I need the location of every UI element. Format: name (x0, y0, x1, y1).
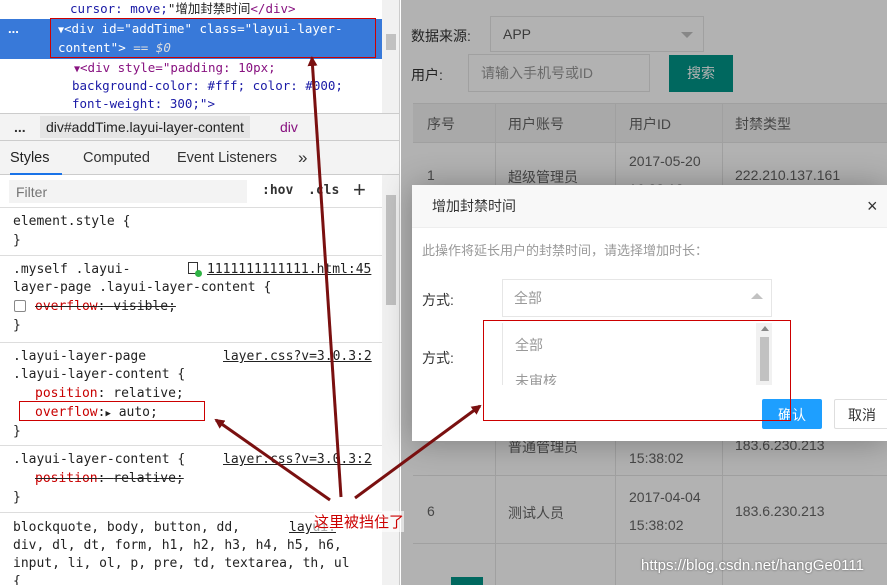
property-checkbox[interactable] (14, 300, 26, 312)
cancel-button[interactable]: 取消 (834, 399, 887, 429)
rule-close-brace: } (13, 490, 21, 505)
rule-selector[interactable]: .layui-layer-page (13, 347, 146, 366)
scrollbar-thumb[interactable] (386, 34, 396, 50)
elements-tree: cursor: move;"增加封禁时间</div> ... ▼<div id=… (0, 0, 399, 113)
rule-property-overridden[interactable]: overflow: visible; (35, 297, 176, 316)
rule-source-link[interactable]: 1111111111111.html:45 (207, 260, 371, 279)
rule-myself: .myself .layui- 1111111111111.html:45 la… (0, 257, 382, 343)
dom-text: 增加封禁时间 (175, 1, 251, 16)
rule-close-brace: } (13, 318, 21, 333)
hov-toggle-button[interactable]: :hov (262, 183, 293, 198)
highlight-box-dropdown (483, 320, 791, 421)
rule-selector[interactable]: .layui-layer-content { (13, 365, 185, 384)
rule-layer-content: .layui-layer-content { layer.css?v=3.0.3… (0, 447, 382, 513)
rule-close-brace: } (13, 233, 21, 248)
elements-scrollbar[interactable] (382, 0, 399, 113)
new-rule-button[interactable]: + (353, 177, 366, 203)
annotation-label: 这里被挡住了 (314, 511, 405, 532)
rule-selector[interactable]: blockquote, body, button, dd, (13, 518, 240, 537)
method-label: 方式: (422, 292, 454, 308)
rule-selector[interactable]: layer-page .layui-layer-content { (13, 278, 271, 297)
rule-selector[interactable]: input, li, ol, p, pre, td, textarea, th,… (13, 554, 350, 573)
rule-selector[interactable]: .myself .layui- (13, 260, 130, 279)
dom-node-line[interactable]: ▼<div style="padding: 10px; (74, 59, 276, 77)
cls-toggle-button[interactable]: .cls (308, 183, 339, 198)
status-dot-icon (195, 270, 202, 277)
rule-selector[interactable]: .layui-layer-content { (13, 450, 185, 469)
rule-property-overridden[interactable]: position: relative; (35, 469, 184, 488)
method2-label: 方式: (422, 350, 454, 366)
rule-open-brace: { (13, 574, 21, 585)
breadcrumb-node[interactable]: div#addTime.layui-layer-content (40, 116, 250, 138)
styles-filter-input[interactable] (9, 180, 247, 203)
rule-close-brace: } (13, 424, 21, 439)
method-select-value: 全部 (514, 290, 542, 306)
dom-attr-text: cursor: move; (70, 1, 168, 16)
child-node-row1: <div style="padding: 10px; (80, 60, 276, 75)
rule-layer-page: .layui-layer-page layer.css?v=3.0.3:2 .l… (0, 344, 382, 446)
child-node-row3: font-weight: 300;"> (72, 96, 215, 111)
watermark: https://blog.csdn.net/hangGe0111 (641, 557, 864, 574)
highlight-box-overflow (19, 401, 205, 421)
scrollbar-thumb[interactable] (386, 195, 396, 305)
dialog-hint: 此操作将延长用户的封禁时间，请选择增加时长： (422, 243, 709, 258)
devtools-panel: cursor: move;"增加封禁时间</div> ... ▼<div id=… (0, 0, 400, 585)
tab-event-listeners[interactable]: Event Listeners (177, 141, 277, 175)
method-select[interactable]: 全部 (502, 279, 772, 317)
node-menu-dots[interactable]: ... (8, 21, 19, 36)
tab-computed[interactable]: Computed (83, 141, 150, 175)
rule-source-link[interactable]: layer.css?v=3.0.3:2 (223, 450, 372, 469)
dom-close-tag: </div> (250, 1, 296, 16)
rule-element-style: element.style { } (0, 208, 382, 256)
breadcrumb: ... div#addTime.layui-layer-content div (0, 113, 399, 141)
styles-tab-bar: Styles Computed Event Listeners » (0, 141, 399, 175)
close-icon[interactable]: × (867, 185, 887, 228)
rule-selector[interactable]: element.style { (13, 212, 130, 231)
tabs-overflow-icon[interactable]: » (298, 141, 307, 175)
breadcrumb-more[interactable]: ... (14, 114, 26, 141)
dom-node-line[interactable]: cursor: move;"增加封禁时间</div> (70, 0, 296, 18)
highlight-box-selected-node (50, 18, 376, 58)
rule-selector[interactable]: div, dl, dt, form, h1, h2, h3, h4, h5, h… (13, 536, 342, 555)
tab-styles[interactable]: Styles (10, 141, 62, 175)
child-node-row2: background-color: #fff; color: #000; (72, 78, 343, 93)
breadcrumb-child[interactable]: div (280, 114, 298, 141)
rule-source-link[interactable]: layer.css?v=3.0.3:2 (223, 347, 372, 366)
chevron-up-icon (751, 293, 763, 299)
dialog-title[interactable]: 增加封禁时间 (412, 185, 887, 228)
styles-filter-bar: :hov .cls + (0, 175, 382, 208)
